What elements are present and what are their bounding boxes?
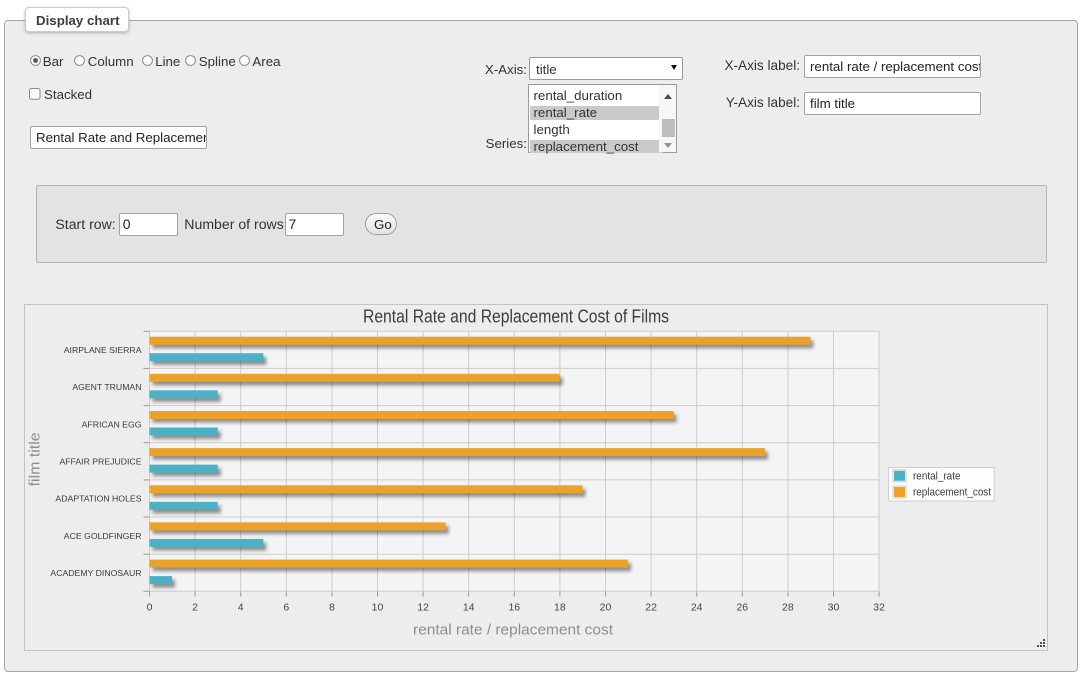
svg-text:ADAPTATION HOLES: ADAPTATION HOLES	[55, 494, 141, 504]
svg-text:14: 14	[463, 602, 475, 614]
svg-text:26: 26	[736, 602, 748, 614]
svg-text:AFFAIR PREJUDICE: AFFAIR PREJUDICE	[59, 457, 141, 467]
svg-text:film title: film title	[26, 432, 43, 486]
svg-text:rental rate / replacement cost: rental rate / replacement cost	[413, 621, 614, 638]
svg-text:0: 0	[147, 602, 153, 614]
svg-text:10: 10	[372, 602, 384, 614]
svg-text:6: 6	[283, 602, 289, 614]
svg-text:AIRPLANE SIERRA: AIRPLANE SIERRA	[64, 345, 142, 355]
svg-text:16: 16	[508, 602, 520, 614]
svg-text:ACE GOLDFINGER: ACE GOLDFINGER	[64, 531, 142, 541]
svg-text:28: 28	[782, 602, 794, 614]
svg-text:32: 32	[873, 602, 885, 614]
svg-text:AFRICAN EGG: AFRICAN EGG	[82, 419, 142, 429]
svg-text:30: 30	[828, 602, 840, 614]
svg-text:replacement_cost: replacement_cost	[913, 487, 991, 499]
svg-text:12: 12	[417, 602, 429, 614]
svg-text:rental_rate: rental_rate	[913, 471, 961, 483]
svg-text:20: 20	[600, 602, 612, 614]
svg-text:8: 8	[329, 602, 335, 614]
svg-text:AGENT TRUMAN: AGENT TRUMAN	[72, 382, 141, 392]
svg-text:Rental Rate and Replacement Co: Rental Rate and Replacement Cost of Film…	[363, 306, 669, 326]
svg-text:18: 18	[554, 602, 566, 614]
svg-text:24: 24	[691, 602, 703, 614]
svg-text:4: 4	[238, 602, 244, 614]
svg-text:2: 2	[192, 602, 198, 614]
svg-text:22: 22	[645, 602, 657, 614]
svg-text:ACADEMY DINOSAUR: ACADEMY DINOSAUR	[50, 568, 141, 578]
